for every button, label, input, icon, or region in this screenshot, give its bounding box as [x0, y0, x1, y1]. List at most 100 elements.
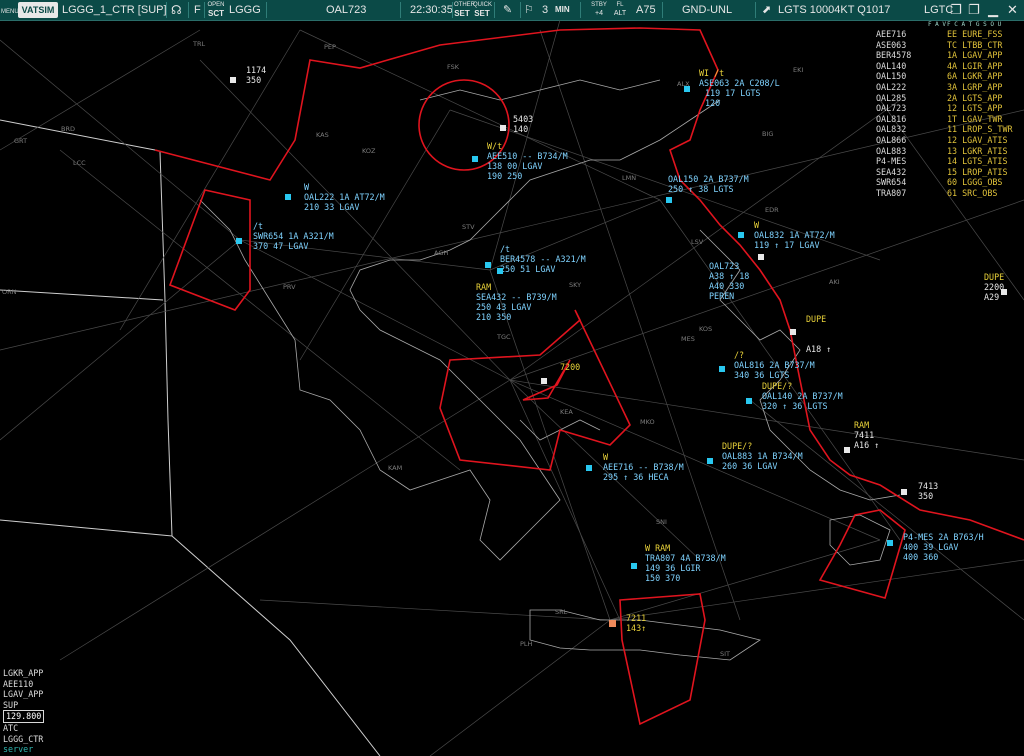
aircraft-list-item[interactable]: SWR654 [876, 177, 946, 188]
atc-list-item[interactable]: 14 LGTS_ATIS [947, 156, 1024, 167]
window-restore-icon[interactable]: ❐ [950, 0, 962, 20]
data-tag-line1[interactable]: OAL723 [709, 261, 739, 271]
squawk-label[interactable]: 5403 [513, 114, 533, 124]
atc-list-item[interactable]: 6A LGKR_APP [947, 71, 1024, 82]
aircraft-target[interactable] [758, 254, 764, 260]
aircraft-targets[interactable]: W OAL222 1A AT72/M 210 33 LGAV /t SWR654… [236, 68, 984, 583]
aircraft-list-item[interactable]: OAL816 [876, 114, 946, 125]
squawk-label[interactable]: 1174 [246, 65, 266, 75]
data-tag-line2[interactable]: 250 51 LGAV [500, 264, 555, 274]
primary-target[interactable] [541, 378, 547, 384]
aircraft-target[interactable] [285, 194, 291, 200]
airport-label[interactable]: LGGG [229, 0, 261, 20]
atc-list-item[interactable]: 60 LGGG_OBS [947, 177, 1024, 188]
aircraft-list-item[interactable]: OAL285 [876, 93, 946, 104]
data-tag-line2[interactable]: 250 43 LGAV [476, 302, 531, 312]
f-button[interactable]: F [194, 0, 201, 20]
data-tag-line2[interactable]: 400 39 LGAV [903, 542, 958, 552]
aircraft-list-item[interactable]: BER4578 [876, 50, 946, 61]
atc-list[interactable]: F C A T G S O U EE EURE_FSS TC LTBB_CTR … [947, 20, 1024, 199]
aircraft-list-item[interactable]: OAL150 [876, 71, 946, 82]
aircraft-list-item[interactable]: OAL866 [876, 135, 946, 146]
primary-target[interactable] [790, 329, 796, 335]
data-tag-line4[interactable]: PEREN [709, 291, 734, 301]
comms-line[interactable]: LGAV_APP [3, 689, 44, 700]
selected-aircraft[interactable]: OAL723 [326, 0, 366, 20]
emergency-target[interactable] [609, 620, 616, 627]
open-sct-button[interactable]: OPEN SCT [207, 0, 225, 20]
aircraft-target[interactable] [666, 197, 672, 203]
menu-button[interactable]: MENU [1, 0, 19, 20]
atc-list-item[interactable]: 2A LGTS_APP [947, 93, 1024, 104]
data-tag-line2[interactable]: 260 36 LGAV [722, 461, 777, 471]
data-tag-line2[interactable]: 119 ↑ 17 LGAV [754, 240, 820, 250]
data-tag-line3[interactable]: 120 [705, 98, 720, 108]
aircraft-target[interactable] [707, 458, 713, 464]
aircraft-target[interactable] [746, 398, 752, 404]
pen-icon[interactable]: ✎ [503, 0, 512, 20]
radar-scope[interactable]: TRL PEP FSK KAS KOZ BRD GRT LCC STV AGH … [0, 20, 1024, 756]
stby-button[interactable]: STBY +4 [590, 0, 608, 20]
server-label[interactable]: server [3, 744, 44, 755]
window-restore-icon-2[interactable]: ❐ [968, 0, 980, 20]
data-tag-line1[interactable]: TRA807 4A B738/M [645, 553, 726, 563]
data-tag-line1[interactable]: BER4578 -- A321/M [500, 254, 586, 264]
data-tag-line2[interactable]: A38 ↑ 18 [709, 271, 749, 281]
arrow-icon[interactable]: ⬈ [762, 0, 771, 20]
data-tag-line2[interactable]: 250 ↑ 38 LGTS [668, 184, 734, 194]
comms-line[interactable]: ATC [3, 723, 44, 734]
primary-target[interactable] [901, 489, 907, 495]
aircraft-list-item[interactable]: OAL832 [876, 124, 946, 135]
other-set-button[interactable]: OTHER SET [454, 0, 475, 20]
atc-list-item[interactable]: 4A LGIR_APP [947, 61, 1024, 72]
aircraft-target[interactable] [719, 366, 725, 372]
data-tag-line3[interactable]: 150 370 [645, 573, 680, 583]
data-tag-line2[interactable]: 210 33 LGAV [304, 202, 359, 212]
atc-list-item[interactable]: 3A LGRP_APP [947, 82, 1024, 93]
aircraft-list[interactable]: F A V AEE716 ASE063 BER4578 OAL140 OAL15… [876, 20, 946, 199]
primary-target[interactable] [230, 77, 236, 83]
data-tag-line3[interactable]: 190 250 [487, 171, 522, 181]
aircraft-target[interactable] [631, 563, 637, 569]
vector-length[interactable]: 3 [542, 0, 548, 20]
data-tag-line3[interactable]: A40 330 [709, 281, 744, 291]
minimize-icon[interactable]: ▁ [988, 0, 998, 20]
aircraft-target[interactable] [236, 238, 242, 244]
data-tag-line2[interactable]: 320 ↑ 36 LGTS [762, 401, 828, 411]
data-tag-line1[interactable]: AEE716 -- B738/M [603, 462, 684, 472]
data-tag-line1[interactable]: AEE510 -- B734/M [487, 151, 568, 161]
data-tag-line1[interactable]: OAL140 2A B737/M [762, 391, 843, 401]
comms-line[interactable]: SUP [3, 700, 44, 711]
squawk-label[interactable]: 7200 [560, 362, 580, 372]
data-tag-line1[interactable]: OAL816 2A B737/M [734, 360, 815, 370]
comms-line[interactable]: LGGG_CTR [3, 734, 44, 745]
data-tag-line1[interactable]: OAL883 1A B734/M [722, 451, 803, 461]
vatsim-logo[interactable]: VATSIM [18, 2, 58, 18]
data-tag-line3[interactable]: 210 350 [476, 312, 511, 322]
aircraft-target[interactable] [497, 268, 503, 274]
close-icon[interactable]: ✕ [1007, 0, 1018, 20]
quick-set-button[interactable]: QUICK SET [473, 0, 492, 20]
aircraft-target[interactable] [887, 540, 893, 546]
atc-list-item[interactable]: 12 LGTS_APP [947, 103, 1024, 114]
aircraft-list-item[interactable]: P4-MES [876, 156, 946, 167]
atc-list-item[interactable]: 13 LGKR_ATIS [947, 146, 1024, 157]
aircraft-list-item[interactable]: OAL883 [876, 146, 946, 157]
data-tag-line1[interactable]: P4-MES 2A B763/H [903, 532, 984, 542]
data-tag-line2[interactable]: 138 00 LGAV [487, 161, 542, 171]
atc-list-item[interactable]: TC LTBB_CTR [947, 40, 1024, 51]
aircraft-list-item[interactable]: OAL723 [876, 103, 946, 114]
headset-icon[interactable]: ☊ [171, 0, 182, 20]
primary-target[interactable] [500, 125, 506, 131]
comms-line[interactable]: AEE110 [3, 679, 44, 690]
squawk-label[interactable]: 7211 [626, 613, 646, 623]
squawk-label[interactable]: 2200 [984, 282, 1004, 292]
atc-list-item[interactable]: 15 LROP_ATIS [947, 167, 1024, 178]
aircraft-target[interactable] [684, 86, 690, 92]
primary-target[interactable] [844, 447, 850, 453]
aircraft-target[interactable] [485, 262, 491, 268]
compass-icon[interactable]: ⚐ [524, 0, 534, 20]
data-tag-line1[interactable]: SWR654 1A A321/M [253, 231, 334, 241]
atc-list-item[interactable]: 12 LGAV_ATIS [947, 135, 1024, 146]
fl-alt-button[interactable]: FL ALT [612, 0, 628, 20]
